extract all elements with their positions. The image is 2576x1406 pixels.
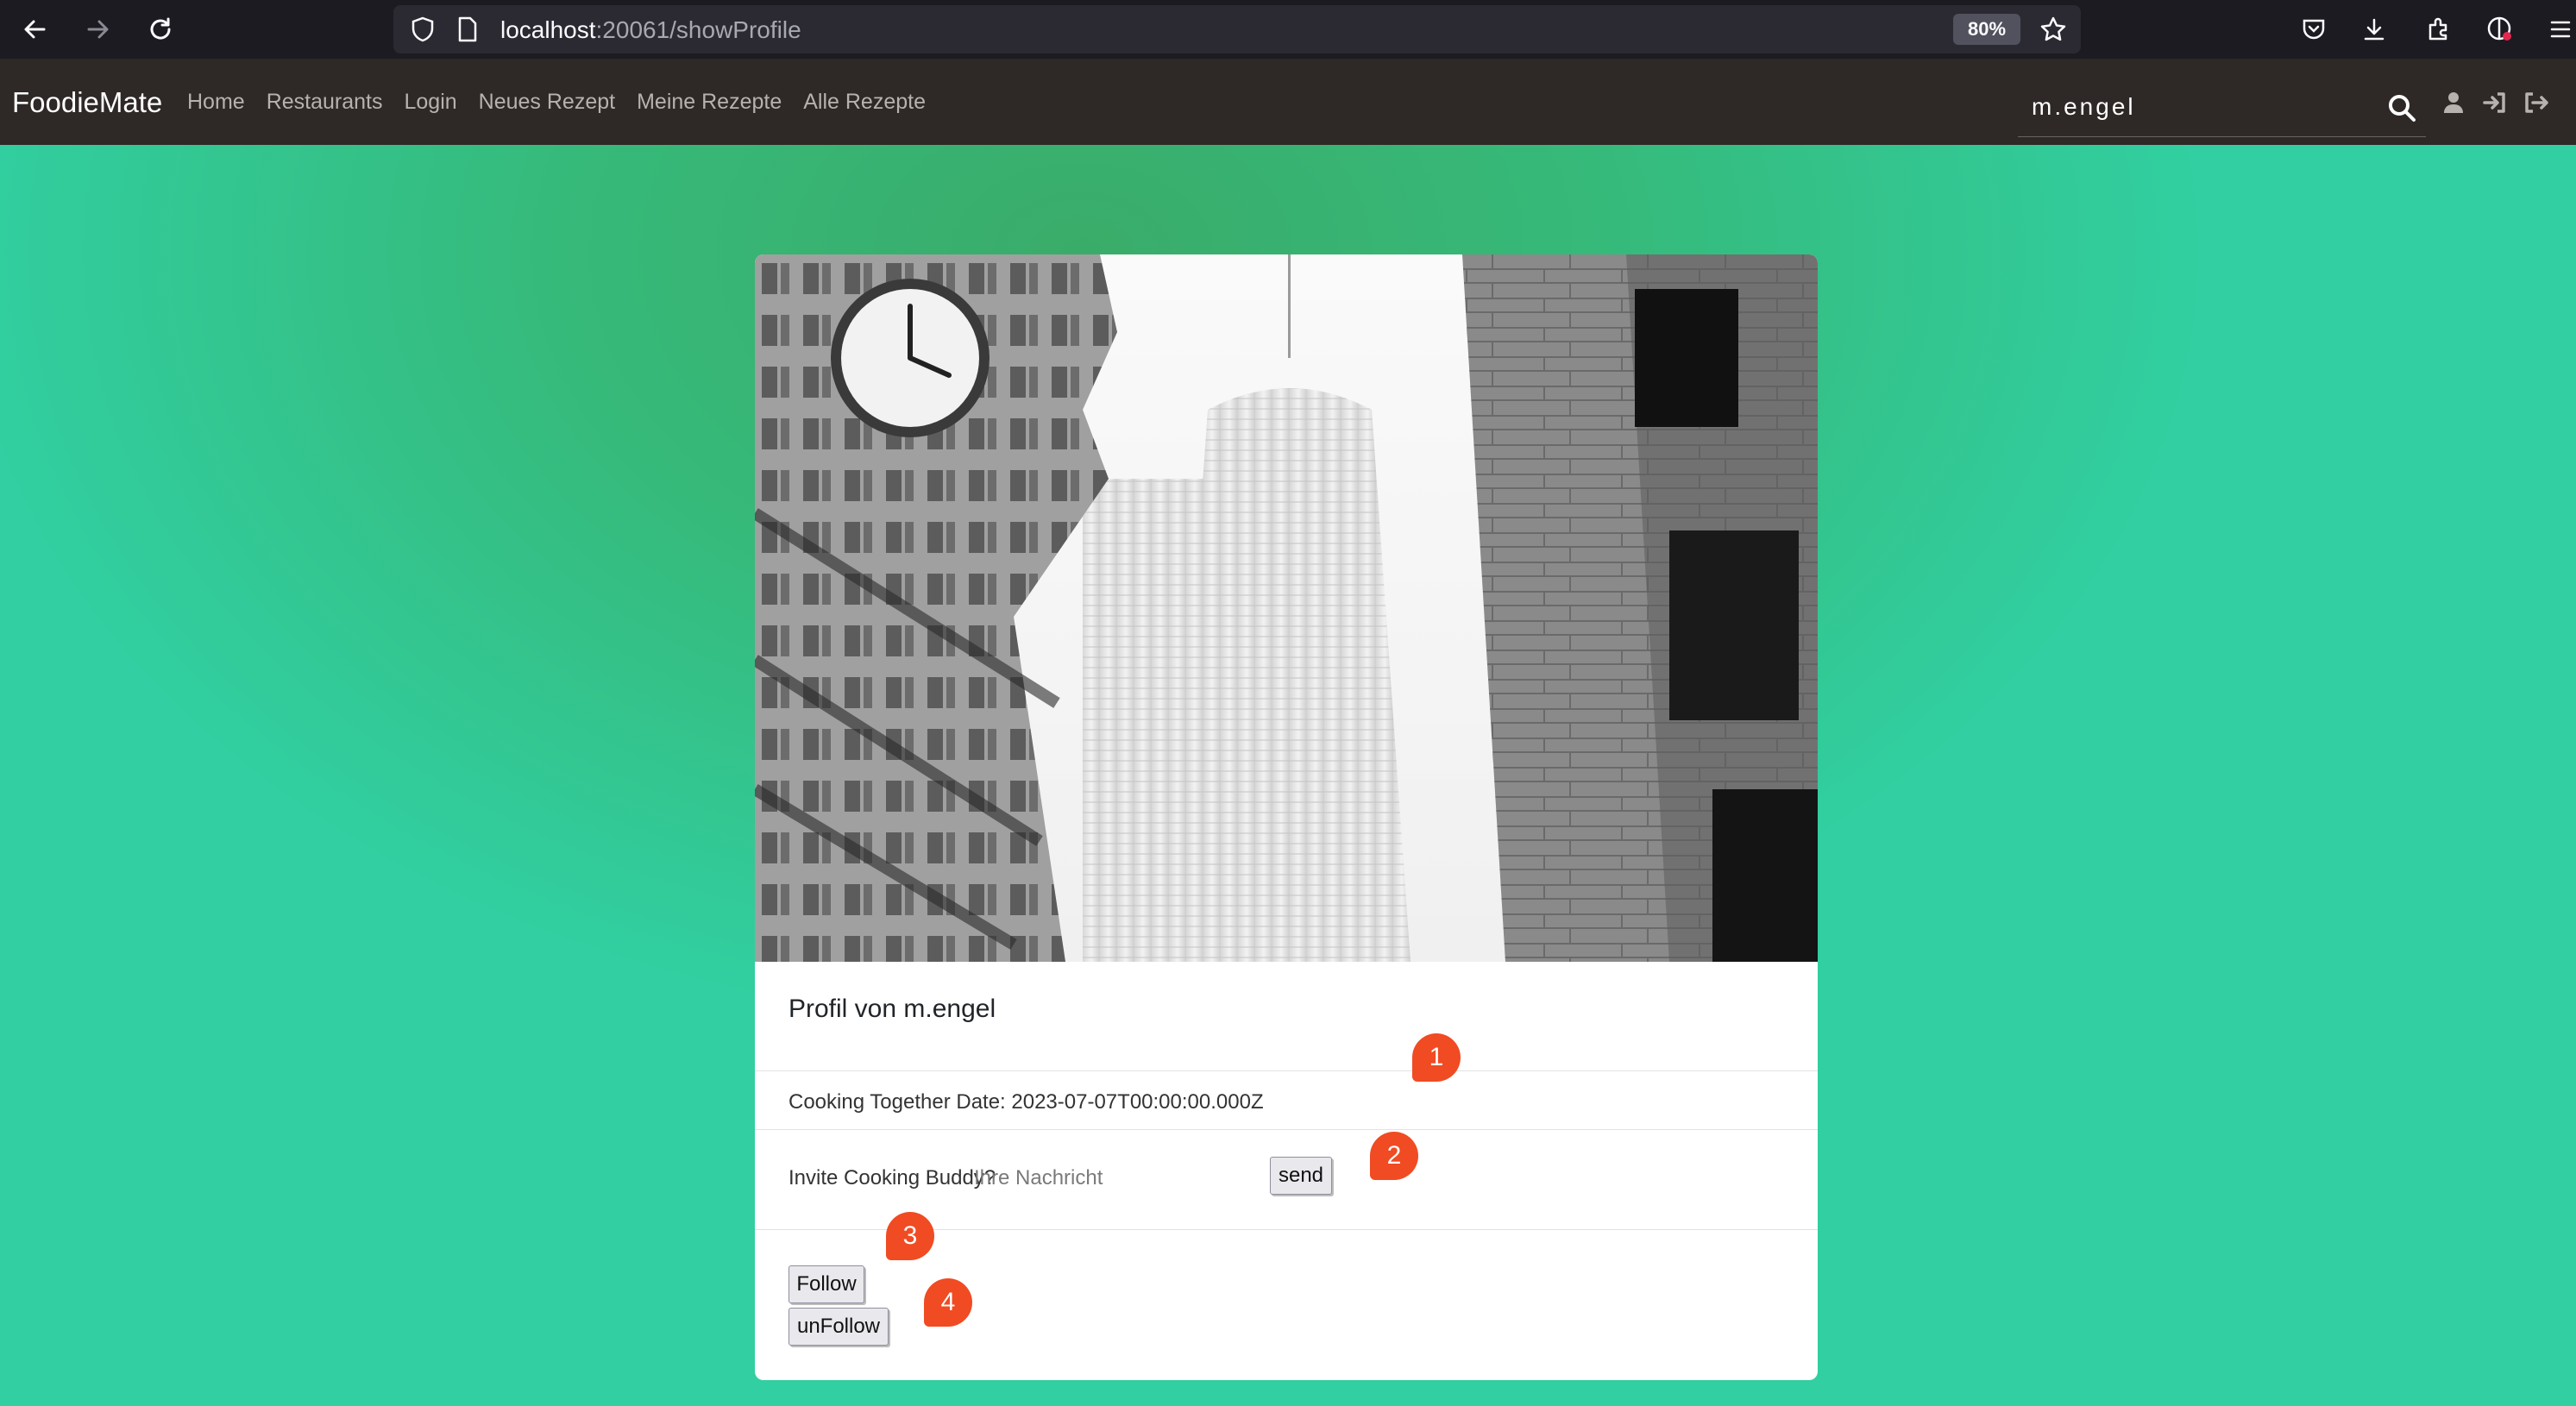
account-icon[interactable] (2485, 14, 2516, 45)
zoom-level[interactable]: 80% (1953, 14, 2020, 45)
annotation-marker-3: 3 (886, 1212, 934, 1260)
page-info-icon[interactable] (454, 16, 481, 43)
annotation-marker-1: 1 (1412, 1033, 1461, 1082)
url-path: :20061/showProfile (595, 16, 801, 43)
bookmark-star-icon[interactable] (2038, 14, 2069, 45)
search-icon (2389, 95, 2416, 122)
cooking-date-text: Cooking Together Date: 2023-07-07T00:00:… (789, 1090, 1264, 1114)
shield-icon[interactable] (409, 16, 437, 43)
send-button[interactable]: send (1270, 1157, 1332, 1195)
profile-card: Profil von m.engel Cooking Together Date… (755, 254, 1818, 1380)
forward-button[interactable] (81, 12, 116, 47)
annotation-marker-4: 4 (924, 1278, 972, 1327)
follow-button[interactable]: Follow (789, 1265, 864, 1303)
nav-link-meine-rezepte[interactable]: Meine Rezepte (637, 90, 782, 115)
cooking-date-row: Cooking Together Date: 2023-07-07T00:00:… (755, 1070, 1818, 1130)
reload-button[interactable] (143, 12, 178, 47)
logout-icon[interactable] (2522, 88, 2551, 117)
menu-icon[interactable] (2545, 14, 2576, 45)
back-button[interactable] (17, 12, 52, 47)
reload-icon (150, 17, 171, 40)
login-icon[interactable] (2480, 88, 2510, 117)
url-host: localhost (500, 16, 596, 43)
nav-link-neues-rezept[interactable]: Neues Rezept (479, 90, 615, 115)
brand-logo[interactable]: FoodieMate (12, 86, 162, 119)
search-box (2018, 83, 2426, 137)
unfollow-button[interactable]: unFollow (789, 1308, 889, 1346)
search-button[interactable] (2382, 88, 2422, 128)
nav-link-restaurants[interactable]: Restaurants (267, 90, 383, 115)
nav-link-home[interactable]: Home (187, 90, 245, 115)
url-text[interactable]: localhost:20061/showProfile (500, 16, 801, 44)
url-bar[interactable]: localhost:20061/showProfile 80% (393, 5, 2081, 53)
annotation-marker-2: 2 (1370, 1132, 1418, 1180)
search-input[interactable] (2018, 83, 2377, 131)
invite-label: Invite Cooking Buddy? (789, 1166, 996, 1189)
nav-links: Home Restaurants Login Neues Rezept Mein… (187, 90, 926, 115)
extensions-icon[interactable] (2422, 14, 2453, 45)
browser-toolbar: localhost:20061/showProfile 80% (0, 0, 2576, 59)
app-navbar: FoodieMate Home Restaurants Login Neues … (0, 59, 2576, 145)
forward-arrow-icon (87, 20, 109, 39)
back-arrow-icon (24, 20, 46, 39)
nav-link-alle-rezepte[interactable]: Alle Rezepte (803, 90, 926, 115)
message-input[interactable] (967, 1159, 1214, 1197)
profile-cover-image (755, 254, 1818, 962)
profile-title: Profil von m.engel (789, 995, 996, 1023)
nav-link-login[interactable]: Login (404, 90, 456, 115)
pocket-icon[interactable] (2298, 14, 2329, 45)
download-icon[interactable] (2359, 14, 2390, 45)
user-icon[interactable] (2439, 88, 2468, 117)
